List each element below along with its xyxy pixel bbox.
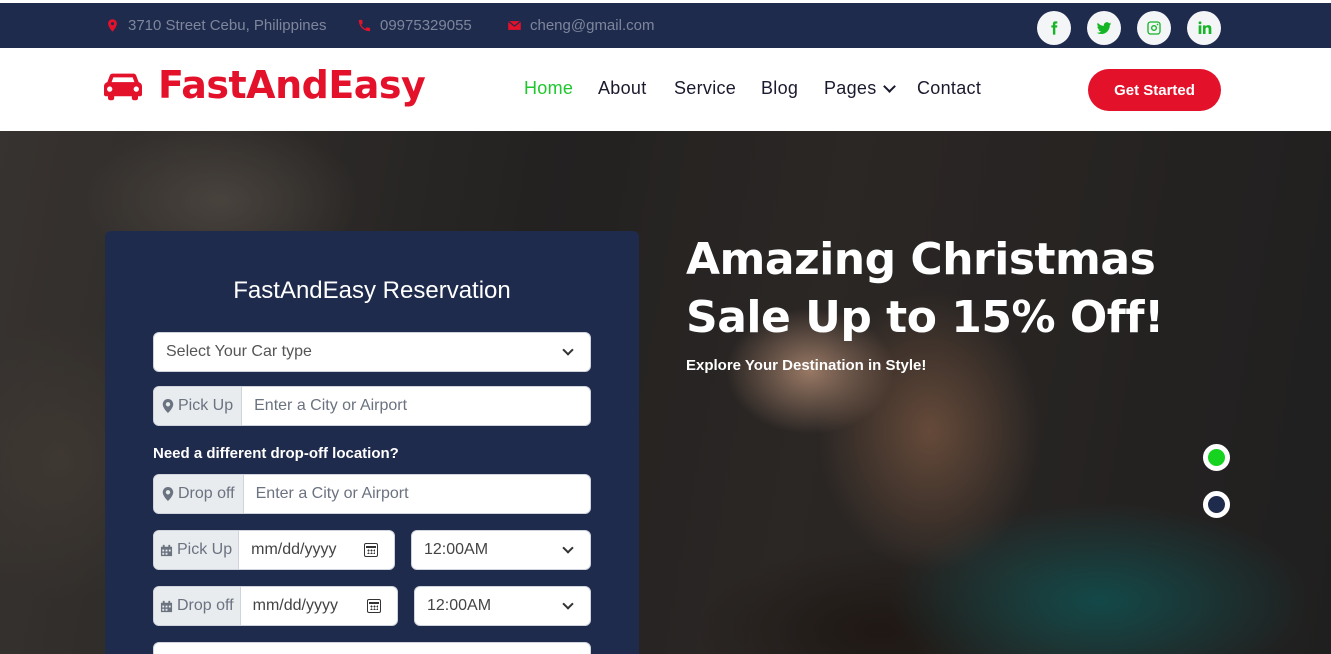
- email-info: cheng@gmail.com: [507, 3, 654, 48]
- slide-indicator-2[interactable]: [1203, 491, 1230, 518]
- chevron-down-icon: [562, 542, 574, 554]
- pickup-date-value: mm/dd/yyyy: [251, 541, 337, 558]
- address-info: 3710 Street Cebu, Philippines: [105, 3, 326, 48]
- dropoff-prefix: Drop off: [154, 475, 244, 513]
- slide-indicator-1[interactable]: [1203, 444, 1230, 471]
- dropoff-prefix-label: Drop off: [178, 485, 235, 502]
- car-type-select[interactable]: Select Your Car type: [153, 332, 591, 372]
- dropoff-question: Need a different drop-off location?: [153, 445, 399, 462]
- nav-about[interactable]: About: [598, 78, 647, 99]
- hero-subline: Explore Your Destination in Style!: [686, 357, 927, 374]
- pickup-date-prefix: Pick Up: [154, 531, 240, 569]
- pickup-prefix: Pick Up: [154, 387, 243, 425]
- reservation-card: FastAndEasy Reservation Select Your Car …: [105, 231, 639, 654]
- hero-headline: Amazing Christmas Sale Up to 15% Off!: [686, 231, 1246, 347]
- dropoff-date-value: mm/dd/yyyy: [252, 597, 338, 614]
- chevron-down-icon: [562, 598, 574, 610]
- calendar-icon: [160, 600, 173, 612]
- main-navbar: FastAndEasy Home About Service Blog Page…: [0, 48, 1331, 131]
- hero-headline-line2: Sale Up to 15% Off!: [686, 292, 1164, 343]
- linkedin-icon[interactable]: [1187, 11, 1221, 45]
- pickup-time-select[interactable]: 12:00AM: [411, 530, 591, 570]
- pickup-date-prefix-label: Pick Up: [177, 541, 233, 558]
- nav-pages-label: Pages: [824, 78, 877, 98]
- reservation-title: FastAndEasy Reservation: [233, 277, 511, 304]
- pickup-location-input[interactable]: [242, 387, 590, 425]
- phone-text: 09975329055: [380, 17, 472, 34]
- nav-home[interactable]: Home: [524, 78, 573, 99]
- pickup-date-field[interactable]: Pick Up mm/dd/yyyy: [153, 530, 395, 570]
- address-text: 3710 Street Cebu, Philippines: [128, 17, 327, 34]
- nav-pages[interactable]: Pages: [824, 78, 896, 99]
- dropoff-time-select[interactable]: 12:00AM: [414, 586, 591, 626]
- get-started-button[interactable]: Get Started: [1088, 69, 1221, 111]
- pickup-location-field[interactable]: Pick Up: [153, 386, 591, 426]
- chevron-down-icon: [562, 344, 574, 356]
- phone-info: 09975329055: [357, 3, 472, 48]
- email-text: cheng@gmail.com: [530, 17, 655, 34]
- brand-name: FastAndEasy: [158, 63, 426, 107]
- nav-blog[interactable]: Blog: [761, 78, 798, 99]
- car-type-value: Select Your Car type: [166, 343, 312, 360]
- brand-logo[interactable]: FastAndEasy: [104, 63, 426, 107]
- next-field-partial[interactable]: [153, 642, 591, 654]
- car-icon: [104, 73, 142, 101]
- twitter-icon[interactable]: [1087, 11, 1121, 45]
- date-picker-icon[interactable]: [367, 599, 381, 613]
- chevron-down-icon: [882, 80, 896, 93]
- map-pin-icon: [108, 19, 117, 32]
- dropoff-time-value: 12:00AM: [427, 597, 492, 614]
- phone-icon: [358, 19, 371, 32]
- map-marker-icon: [162, 399, 174, 413]
- pickup-time-value: 12:00AM: [424, 541, 489, 558]
- facebook-icon[interactable]: [1037, 11, 1071, 45]
- calendar-icon: [160, 544, 173, 556]
- map-marker-icon: [162, 487, 174, 501]
- hero-slider: Amazing Christmas Sale Up to 15% Off! Ex…: [0, 131, 1331, 654]
- date-picker-icon[interactable]: [364, 543, 378, 557]
- pickup-prefix-label: Pick Up: [178, 397, 234, 414]
- dropoff-location-field[interactable]: Drop off: [153, 474, 591, 514]
- envelope-icon: [507, 20, 522, 30]
- instagram-icon[interactable]: [1137, 11, 1171, 45]
- top-info-bar: 3710 Street Cebu, Philippines 0997532905…: [0, 3, 1331, 48]
- nav-service[interactable]: Service: [674, 78, 736, 99]
- dropoff-date-field[interactable]: Drop off mm/dd/yyyy: [153, 586, 398, 626]
- hero-headline-line1: Amazing Christmas: [686, 234, 1156, 285]
- dropoff-date-prefix: Drop off: [154, 587, 241, 625]
- dropoff-date-prefix-label: Drop off: [177, 597, 234, 614]
- dropoff-location-input[interactable]: [243, 475, 590, 513]
- nav-contact[interactable]: Contact: [917, 78, 981, 99]
